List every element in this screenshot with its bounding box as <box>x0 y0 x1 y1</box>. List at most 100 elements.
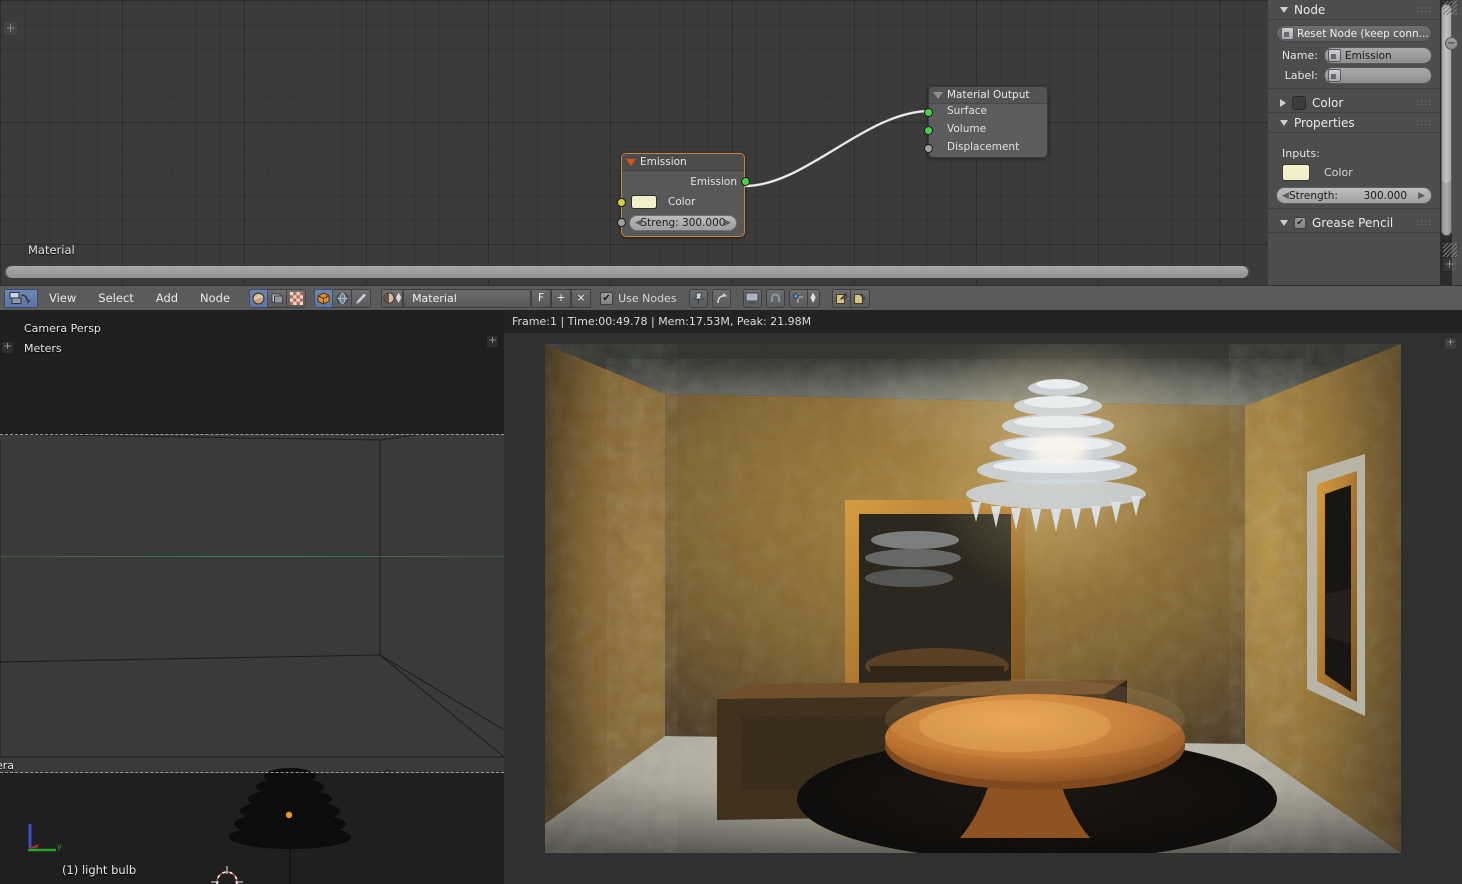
input-strength-label: Strength: <box>1289 189 1338 202</box>
socket-input-strength[interactable] <box>616 218 626 227</box>
socket-input-color[interactable] <box>616 198 626 207</box>
object-shading-icon[interactable] <box>249 288 269 308</box>
panel-title-node: Node <box>1294 2 1326 17</box>
node-properties-sidebar[interactable]: Node :::: Reset Node (keep conn... Name:… <box>1268 0 1440 285</box>
region-expand-plus[interactable]: + <box>1443 258 1456 271</box>
node-emission[interactable]: Emission Emission Color ◀ Streng: 300.00… <box>616 153 750 237</box>
chevron-down-icon[interactable] <box>1280 119 1288 126</box>
collapse-region-button[interactable]: − <box>1445 37 1458 50</box>
collapse-triangle-icon[interactable] <box>933 91 943 99</box>
socket-input-displacement[interactable] <box>923 144 933 153</box>
region-resize-grip[interactable] <box>1443 1 1457 15</box>
chevron-down-icon[interactable] <box>1280 6 1288 13</box>
label-volume: Volume <box>947 123 987 135</box>
shader-type-group[interactable] <box>249 288 307 308</box>
use-nodes-checkbox[interactable]: ✔ <box>600 291 614 305</box>
collapse-triangle-icon[interactable] <box>626 158 636 166</box>
panel-grip-icon[interactable]: :::: <box>1416 118 1432 128</box>
editor-type-selector[interactable] <box>4 288 38 308</box>
viewport-units: Meters <box>24 342 62 355</box>
browse-material-icon[interactable]: ▲ ▼ <box>381 288 404 308</box>
menu-select[interactable]: Select <box>87 286 144 311</box>
material-datablock-selector[interactable]: ▲ ▼ Material <box>381 288 532 308</box>
panel-grip-icon[interactable]: :::: <box>1416 98 1432 108</box>
object-cube-icon[interactable] <box>314 288 334 308</box>
node-label-input[interactable] <box>1324 67 1432 84</box>
texture-shading-icon[interactable] <box>287 288 307 308</box>
render-result-view[interactable]: Frame:1 | Time:00:49.78 | Mem:17.53M, Pe… <box>504 310 1462 884</box>
material-name-field[interactable]: Material <box>403 288 532 308</box>
node-strength-field[interactable]: ◀ Streng: 300.000 ▶ <box>629 215 737 231</box>
panel-grip-icon[interactable]: :::: <box>1416 218 1432 228</box>
reset-node-button[interactable]: Reset Node (keep conn... <box>1276 25 1432 42</box>
node-color-swatch[interactable] <box>631 195 657 209</box>
reset-icon <box>1281 27 1294 40</box>
fake-user-button[interactable]: F <box>531 288 552 308</box>
camera-border <box>0 434 504 773</box>
render-status-text: Frame:1 | Time:00:49.78 | Mem:17.53M, Pe… <box>512 315 812 328</box>
node-label-label: Label: <box>1284 69 1318 82</box>
input-color-swatch[interactable] <box>1282 164 1310 181</box>
menu-view[interactable]: View <box>38 286 87 311</box>
shader-context-group[interactable] <box>314 288 372 308</box>
pin-group[interactable] <box>688 288 731 308</box>
grease-pencil-checkbox[interactable]: ✔ <box>1294 216 1306 229</box>
backdrop-icon[interactable] <box>742 288 762 308</box>
node-editor-canvas[interactable]: + Emission Emission Color ◀ Streng: 300.… <box>0 0 1268 285</box>
brush-icon[interactable] <box>352 288 372 308</box>
paste-from-clipboard-icon[interactable] <box>850 288 870 308</box>
3d-cursor[interactable] <box>211 866 243 884</box>
world-globe-icon[interactable] <box>333 288 353 308</box>
viewport-region-plus-right[interactable]: + <box>487 336 498 347</box>
chevron-right-icon[interactable] <box>1280 98 1286 107</box>
menu-add[interactable]: Add <box>145 286 189 311</box>
snap-dropdown-icon[interactable]: ▲ ▼ <box>807 288 820 308</box>
chevron-right-icon[interactable]: ▶ <box>1418 191 1425 201</box>
render-region-plus[interactable]: + <box>1445 338 1456 349</box>
node-label-row: Label: <box>1276 67 1432 84</box>
socket-output-emission[interactable] <box>740 177 750 186</box>
viewport-3d[interactable]: Camera Persp Meters era (1) light bulb x… <box>0 310 504 884</box>
snap-magnet-icon[interactable] <box>765 288 785 308</box>
panel-header-node[interactable]: Node :::: <box>1268 0 1440 20</box>
chevron-left-icon[interactable]: ◀ <box>635 218 642 228</box>
color-preview-swatch[interactable] <box>1292 95 1306 110</box>
node-emission-output-label: Emission <box>690 176 737 188</box>
input-strength-slider[interactable]: ◀ Strength: 300.000 ▶ <box>1276 187 1432 204</box>
node-emission-header[interactable]: Emission <box>622 154 744 171</box>
node-editor-toolshelf-plus[interactable]: + <box>4 22 17 35</box>
panel-header-properties[interactable]: Properties :::: <box>1268 113 1440 133</box>
unlink-material-button[interactable]: × <box>571 288 592 308</box>
node-icon <box>1328 49 1341 62</box>
new-material-button[interactable]: + <box>551 288 572 308</box>
node-material-output[interactable]: Material Output Surface Volume Displacem… <box>923 86 1048 158</box>
chevron-right-icon[interactable]: ▶ <box>724 218 731 228</box>
panel-grip-icon[interactable]: :::: <box>1416 5 1432 15</box>
node-name-input[interactable]: Emission <box>1324 47 1432 64</box>
copy-to-clipboard-icon[interactable] <box>831 288 851 308</box>
chevron-left-icon[interactable]: ◀ <box>1282 191 1289 201</box>
pin-icon[interactable] <box>688 288 708 308</box>
divider <box>1268 208 1440 209</box>
socket-input-surface[interactable] <box>923 108 933 117</box>
menu-node[interactable]: Node <box>189 286 241 311</box>
viewport-region-plus-left[interactable]: + <box>2 342 13 353</box>
inputs-header: Inputs: <box>1282 147 1320 160</box>
node-editor-header[interactable]: View Select Add Node ▲ ▼ Material F + × … <box>0 285 1462 310</box>
world-shading-icon[interactable] <box>268 288 288 308</box>
go-to-parent-icon[interactable] <box>711 288 731 308</box>
use-nodes-toggle[interactable]: ✔ Use Nodes <box>600 291 677 305</box>
input-color-row: Color <box>1282 164 1440 181</box>
input-strength-value: 300.000 <box>1363 189 1407 202</box>
clipboard-group[interactable] <box>831 288 870 308</box>
region-resize-grip[interactable] <box>1443 243 1457 257</box>
snap-mode-selector[interactable]: ▲ ▼ <box>788 288 820 308</box>
socket-input-volume[interactable] <box>923 126 933 135</box>
chevron-down-icon[interactable] <box>1280 219 1288 226</box>
snap-node-icon[interactable] <box>788 288 808 308</box>
node-material-output-header[interactable]: Material Output <box>929 87 1047 104</box>
panel-header-grease-pencil[interactable]: ✔ Grease Pencil :::: <box>1268 213 1440 233</box>
node-editor-horizontal-scrollbar[interactable] <box>4 266 1250 278</box>
panel-header-color[interactable]: Color :::: <box>1268 93 1440 113</box>
panel-title-color: Color <box>1312 95 1344 110</box>
